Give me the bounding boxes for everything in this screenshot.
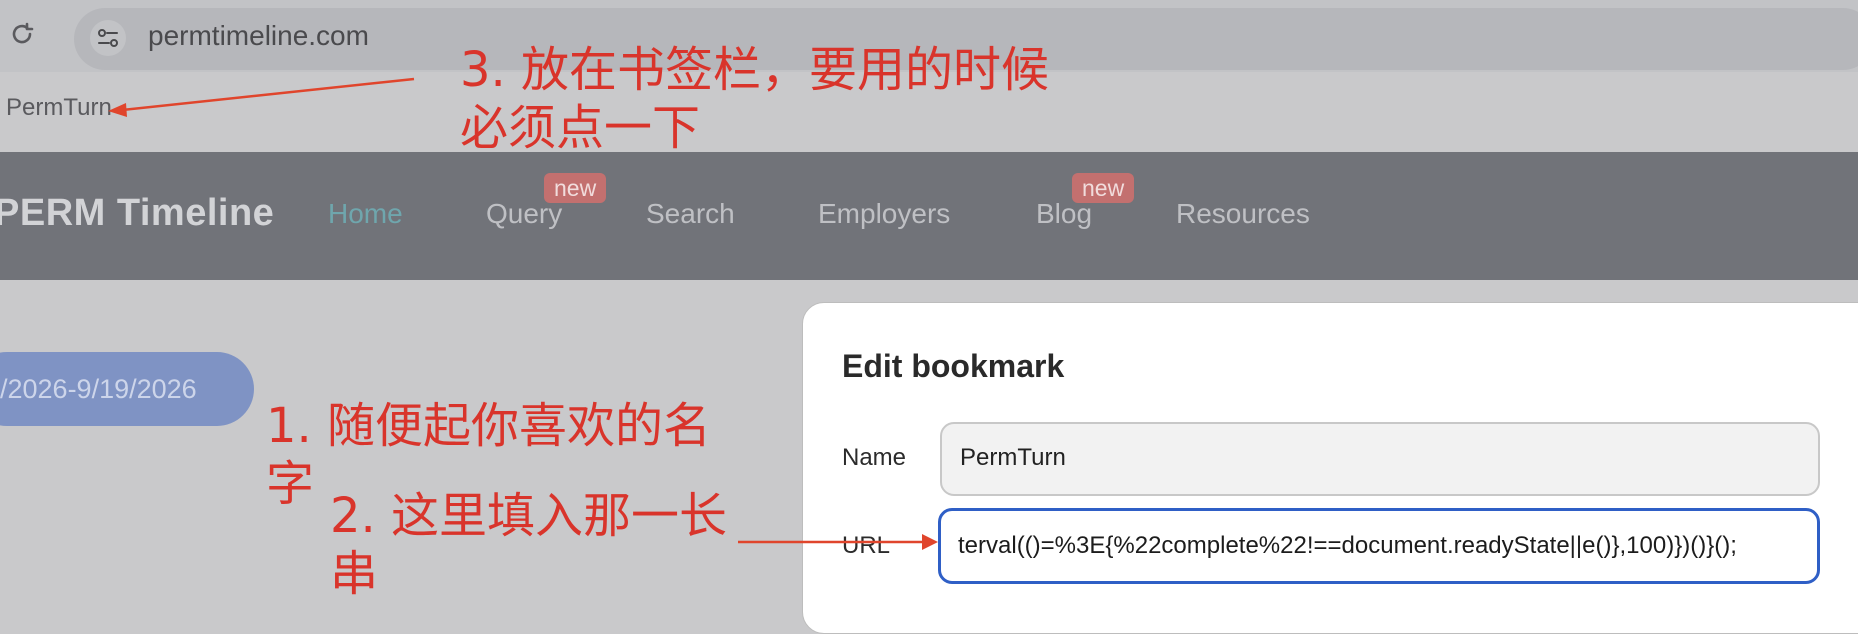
dialog-title: Edit bookmark (842, 348, 1065, 384)
annotation-step2-line1: 2. 这里填入那一长 (330, 488, 728, 544)
nav-search[interactable]: Search (646, 198, 735, 230)
new-badge-blog: new (1072, 173, 1135, 203)
nav-resources[interactable]: Resources (1176, 198, 1310, 230)
url-label: URL (842, 532, 891, 559)
annotation-step1-line1: 1. 随便起你喜欢的名 (266, 398, 712, 454)
annotation-step2-line2: 串 (330, 546, 379, 602)
name-input[interactable] (940, 422, 1820, 496)
url-input-value[interactable]: terval(()=%3E{%22complete%22!==document.… (958, 532, 1794, 560)
name-input-value[interactable]: PermTurn (960, 444, 1066, 472)
date-range-text: /2026-9/19/2026 (0, 374, 197, 404)
site-settings-icon[interactable] (90, 20, 126, 56)
annotation-step3-line2: 必须点一下 (460, 100, 701, 156)
nav-employers[interactable]: Employers (818, 198, 950, 230)
annotation-step3-line1: 3. 放在书签栏，要用的时候 (460, 42, 1050, 98)
annotation-step1-line2: 字 (266, 456, 315, 512)
bookmark-item-permturn[interactable]: PermTurn (6, 94, 112, 122)
nav-home[interactable]: Home (328, 198, 403, 230)
address-text[interactable]: permtimeline.com (148, 18, 369, 54)
new-badge-query: new (544, 173, 607, 203)
site-logo-title[interactable]: PERM Timeline (0, 192, 274, 235)
name-label: Name (842, 444, 907, 471)
reload-icon[interactable] (8, 20, 36, 48)
